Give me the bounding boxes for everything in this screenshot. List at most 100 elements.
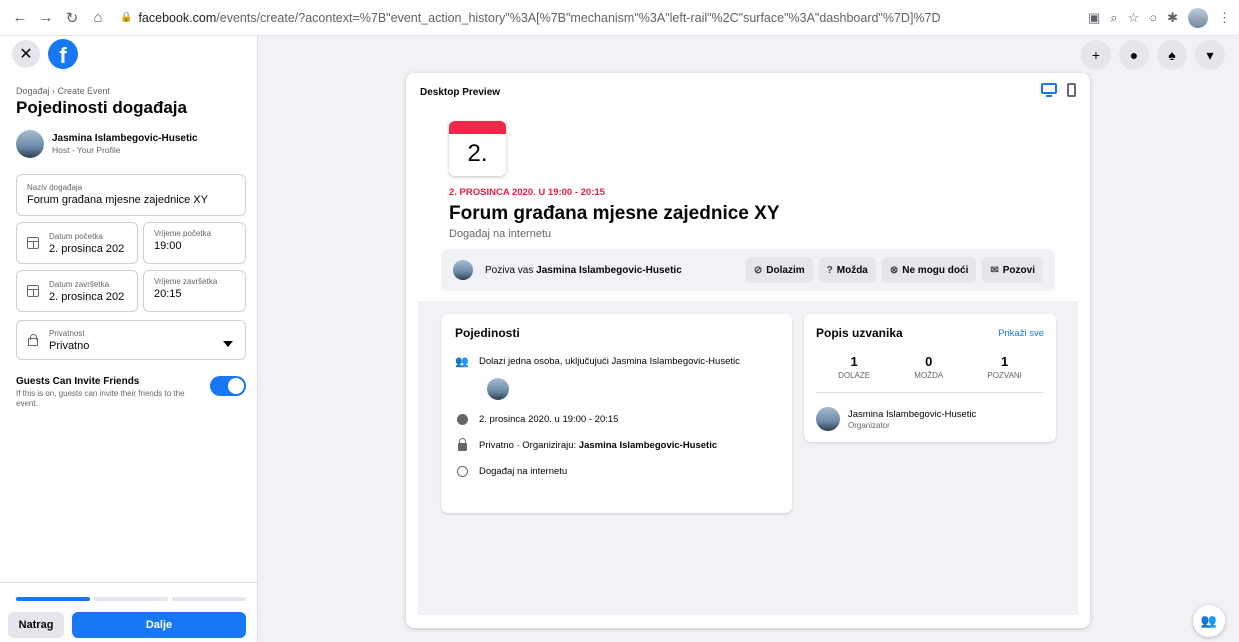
menu-icon[interactable]: ⋮ xyxy=(1218,10,1231,26)
guest-row[interactable]: Jasmina Islambegovic-Husetic Organizator xyxy=(816,392,1044,431)
forward-icon[interactable]: → xyxy=(34,6,58,30)
location-text: Događaj na internetu xyxy=(479,465,568,477)
star-icon[interactable]: ☆ xyxy=(1128,10,1140,26)
close-icon[interactable]: ✕ xyxy=(12,40,40,68)
preview-label: Desktop Preview xyxy=(420,87,501,98)
details-card: Pojedinosti 👥 Dolazi jedna osoba, uključ… xyxy=(441,314,792,513)
event-preview: Desktop Preview 2. 2. PROSINCA 2020. U 1… xyxy=(406,73,1090,628)
date-card: 2. xyxy=(449,121,506,176)
going-count: 1 xyxy=(850,354,858,369)
guest-stats: 1 DOLAZE 0 MOŽDA 1 POZVANI xyxy=(816,354,1044,380)
privacy-prefix: Privatno · Organiziraju: xyxy=(479,439,577,451)
facebook-logo-icon[interactable]: f xyxy=(48,39,78,69)
invite-prefix: Poziva vas xyxy=(485,264,534,276)
guest-list-title: Popis uzvanika xyxy=(816,326,903,340)
header-actions: + ● ♠ ▾ xyxy=(1081,40,1225,70)
url-path: /events/create/?acontext=%7B"event_actio… xyxy=(216,10,941,25)
question-circle-icon: ? xyxy=(826,264,833,276)
profile-avatar[interactable] xyxy=(1188,7,1208,28)
invited-label: POZVANI xyxy=(987,371,1022,380)
messenger-icon[interactable]: ● xyxy=(1119,40,1149,70)
home-icon[interactable]: ⌂ xyxy=(86,6,110,30)
maybe-count: 0 xyxy=(925,354,933,369)
browser-toolbar: ← → ↻ ⌂ 🔒 facebook.com /events/create/?a… xyxy=(0,0,1239,36)
date-card-day: 2. xyxy=(467,140,488,167)
start-date-value: 2. prosinca 202 xyxy=(49,242,125,255)
divider xyxy=(0,582,258,583)
event-title: Forum građana mjesne zajednice XY xyxy=(449,203,780,224)
caret-down-icon xyxy=(223,341,233,347)
progress-step-3 xyxy=(172,597,246,601)
location-row: Događaj na internetu xyxy=(455,464,778,478)
maybe-button[interactable]: ? Možda xyxy=(818,257,876,283)
end-time-value: 20:15 xyxy=(154,288,182,300)
lock-icon xyxy=(25,332,41,348)
account-menu-icon[interactable]: ▾ xyxy=(1195,40,1225,70)
desktop-icon[interactable] xyxy=(1041,83,1057,97)
event-name-field[interactable]: Naziv događaja Forum građana mjesne zaje… xyxy=(16,174,246,216)
preview-lower-area: Pojedinosti 👥 Dolazi jedna osoba, uključ… xyxy=(418,301,1078,615)
puzzle-icon[interactable]: ✱ xyxy=(1167,10,1178,26)
going-label: Dolazim xyxy=(766,264,805,276)
invite-button[interactable]: ✉ Pozovi xyxy=(982,257,1043,283)
invited-count: 1 xyxy=(1001,354,1009,369)
breadcrumb[interactable]: Događaj › Create Event xyxy=(0,72,257,96)
bell-icon[interactable]: ♠ xyxy=(1157,40,1187,70)
guests-description: If this is on, guests can invite their f… xyxy=(16,389,185,408)
organizer-name[interactable]: Jasmina Islambegovic-Husetic xyxy=(579,440,717,451)
datetime-row: 2. prosinca 2020. u 19:00 - 20:15 xyxy=(455,412,778,426)
start-time-field[interactable]: Vrijeme početka 19:00 xyxy=(143,222,246,264)
end-date-value: 2. prosinca 202 xyxy=(49,290,125,303)
zoom-icon[interactable]: ⌕ xyxy=(1110,10,1117,26)
event-name-label: Naziv događaja xyxy=(27,183,83,192)
privacy-select[interactable]: Privatnost Privatno xyxy=(16,320,246,360)
page-title: Pojedinosti događaja xyxy=(16,98,187,117)
guest-avatar xyxy=(816,407,840,431)
maybe-label: MOŽDA xyxy=(914,371,944,380)
cant-go-button[interactable]: ⊗ Ne mogu doći xyxy=(881,257,977,283)
maybe-label: Možda xyxy=(836,264,868,276)
attendee-avatar[interactable] xyxy=(487,378,509,400)
new-chat-icon[interactable]: 👥 xyxy=(1193,605,1225,637)
datetime-text: 2. prosinca 2020. u 19:00 - 20:15 xyxy=(479,413,619,425)
reload-icon[interactable]: ↻ xyxy=(60,6,84,30)
privacy-row: Privatno · Organiziraju: Jasmina Islambe… xyxy=(455,437,778,452)
clock-icon xyxy=(455,412,469,426)
start-time-value: 19:00 xyxy=(154,240,182,252)
invite-text: Poziva vas Jasmina Islambegovic-Husetic xyxy=(485,265,740,276)
invite-label: Pozovi xyxy=(1002,264,1035,276)
translate-icon[interactable]: ▣ xyxy=(1088,10,1100,26)
attending-text: Dolazi jedna osoba, uključujući Jasmina … xyxy=(479,355,740,367)
end-date-field[interactable]: Datum završetka 2. prosinca 202 xyxy=(16,270,138,312)
cant-go-label: Ne mogu doći xyxy=(902,264,969,276)
plus-icon[interactable]: + xyxy=(1081,40,1111,70)
progress-bar xyxy=(16,597,246,601)
back-icon[interactable]: ← xyxy=(8,6,32,30)
end-date-label: Datum završetka xyxy=(49,279,110,289)
going-button[interactable]: ⊘ Dolazim xyxy=(745,257,813,283)
start-date-field[interactable]: Datum početka 2. prosinca 202 xyxy=(16,222,138,264)
guest-list-card: Popis uzvanika Prikaži sve 1 DOLAZE 0 MOŽD… xyxy=(804,314,1056,442)
x-circle-icon: ⊗ xyxy=(889,264,899,276)
stat-going[interactable]: 1 DOLAZE xyxy=(838,354,870,380)
back-button[interactable]: Natrag xyxy=(8,612,64,638)
address-bar[interactable]: 🔒 facebook.com /events/create/?acontext=… xyxy=(120,5,1078,31)
attending-row: 👥 Dolazi jedna osoba, uključujući Jasmin… xyxy=(455,354,778,368)
event-name-value: Forum građana mjesne zajednice XY xyxy=(27,194,208,206)
extension-icon[interactable]: ○ xyxy=(1149,10,1157,25)
end-time-field[interactable]: Vrijeme završetka 20:15 xyxy=(143,270,246,312)
host-info: Jasmina Islambegovic-Husetic Host - Your… xyxy=(0,118,257,158)
guests-toggle[interactable] xyxy=(210,376,246,396)
show-all-link[interactable]: Prikaži sve xyxy=(998,328,1044,339)
stat-invited[interactable]: 1 POZVANI xyxy=(987,354,1022,380)
event-subtitle: Događaj na internetu xyxy=(449,228,552,240)
start-date-label: Datum početka xyxy=(49,231,103,241)
mobile-icon[interactable] xyxy=(1067,83,1076,97)
next-button[interactable]: Dalje xyxy=(72,612,246,638)
preview-device-switch xyxy=(1041,83,1076,97)
guest-name: Jasmina Islambegovic-Husetic xyxy=(848,408,977,420)
stat-maybe[interactable]: 0 MOŽDA xyxy=(914,354,943,380)
lock-icon: 🔒 xyxy=(120,12,133,23)
invite-bar: Poziva vas Jasmina Islambegovic-Husetic … xyxy=(441,249,1055,291)
envelope-icon: ✉ xyxy=(990,264,999,276)
